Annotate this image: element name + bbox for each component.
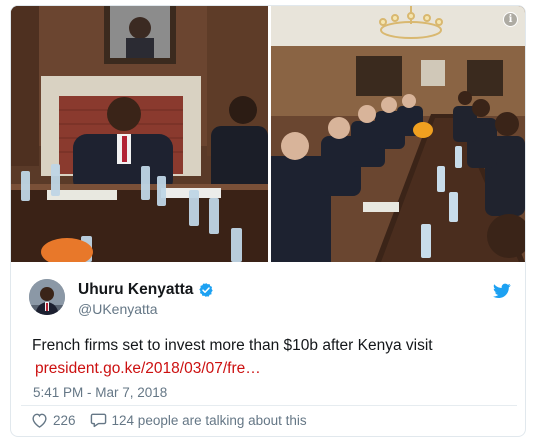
photo-meeting-president[interactable] — [11, 6, 268, 262]
divider — [21, 405, 517, 406]
tweet-card[interactable]: i Uhuru Kenyatta @UKenyatta French firms… — [10, 5, 526, 437]
avatar[interactable] — [29, 279, 65, 315]
reply-bubble-icon[interactable] — [90, 412, 107, 428]
verified-badge-icon — [199, 283, 214, 297]
heart-icon[interactable] — [31, 412, 48, 428]
tweet-actions: 226 124 people are talking about this — [31, 412, 307, 428]
photo-conference-table[interactable]: i — [271, 6, 525, 262]
twitter-bird-icon[interactable] — [493, 283, 511, 299]
display-name[interactable]: Uhuru Kenyatta — [78, 281, 193, 299]
avatar-image — [29, 279, 65, 315]
info-icon[interactable]: i — [503, 12, 518, 27]
conversation-count[interactable]: 124 people are talking about this — [112, 413, 307, 428]
tweet-timestamp[interactable]: 5:41 PM - Mar 7, 2018 — [33, 385, 167, 400]
photo-conference-table-image — [271, 6, 525, 262]
author-handle[interactable]: @UKenyatta — [78, 301, 158, 317]
tweet-header: Uhuru Kenyatta @UKenyatta — [29, 277, 519, 319]
tweet-text: French firms set to invest more than $10… — [32, 337, 433, 354]
tweet-media[interactable]: i — [11, 6, 525, 262]
author-name-row[interactable]: Uhuru Kenyatta — [78, 281, 214, 299]
like-count[interactable]: 226 — [53, 413, 76, 428]
photo-meeting-president-image — [11, 6, 268, 262]
tweet-link[interactable]: president.go.ke/2018/03/07/fre… — [35, 360, 261, 378]
